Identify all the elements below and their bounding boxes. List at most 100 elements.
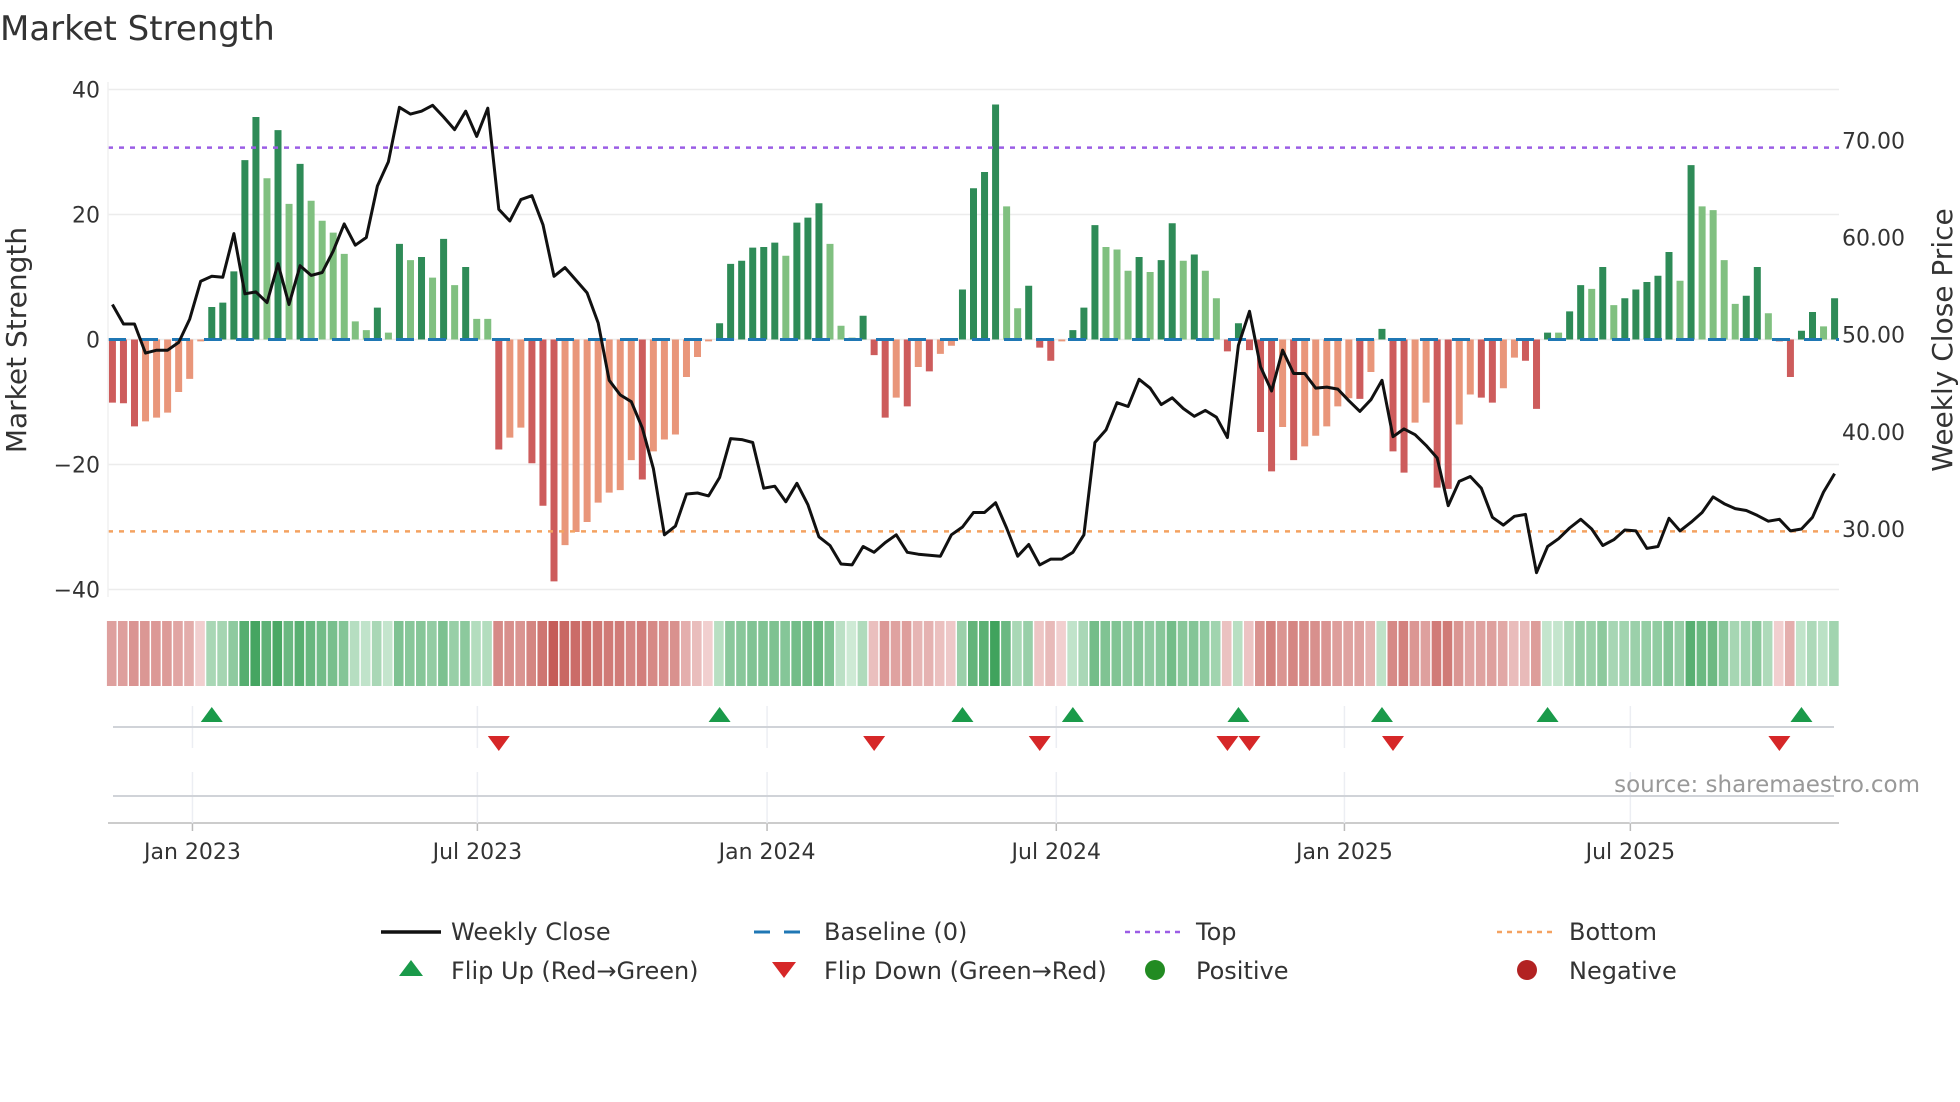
strength-bar <box>1356 339 1364 399</box>
strength-bar <box>1687 165 1695 340</box>
strength-bar <box>992 104 1000 340</box>
strength-bar <box>870 339 878 356</box>
triangle-up-icon <box>399 960 423 976</box>
strength-bar <box>1621 298 1629 340</box>
strength-bar <box>1831 298 1839 340</box>
strip-cell <box>1376 621 1387 686</box>
strip-cell <box>1740 621 1751 686</box>
strip-cell <box>636 621 647 686</box>
strip-cell <box>1221 621 1232 686</box>
strip-cell <box>1762 621 1773 686</box>
strength-bar <box>1323 339 1331 427</box>
strength-bar <box>307 200 315 340</box>
strip-cell <box>1652 621 1663 686</box>
strip-cell <box>272 621 283 686</box>
y-tick-label-left: 40 <box>72 79 100 104</box>
strip-cell <box>1288 621 1298 686</box>
strip-cell <box>1188 621 1199 686</box>
strip-cell <box>780 621 790 686</box>
strength-bar <box>660 339 668 440</box>
strength-bar <box>1102 247 1110 340</box>
strip-cell <box>349 621 360 686</box>
strength-heat-strip <box>106 621 1839 686</box>
strip-cell <box>736 621 746 686</box>
strip-cell <box>945 621 956 686</box>
strip-cell <box>515 621 525 686</box>
strip-cell <box>1608 621 1618 686</box>
strength-bar <box>1223 339 1231 352</box>
strength-bar <box>903 339 911 407</box>
strength-bar <box>793 222 801 340</box>
x-tick-label: Jan 2024 <box>717 840 816 865</box>
strength-bar <box>561 339 569 546</box>
strength-bar <box>738 260 746 340</box>
y-tick-label-right: 70.00 <box>1842 129 1905 154</box>
strip-cell <box>570 621 581 686</box>
strip-cell <box>1266 621 1276 686</box>
strength-bar <box>1179 260 1187 340</box>
strength-bar <box>274 130 282 340</box>
strength-bar <box>1599 267 1607 340</box>
strip-cell <box>934 621 945 686</box>
strength-bar <box>1477 339 1485 398</box>
strength-bar <box>517 339 525 428</box>
strength-bar <box>1643 282 1651 340</box>
strength-bar <box>671 339 679 435</box>
strength-bar <box>727 263 735 340</box>
flip-up-marker <box>200 707 223 722</box>
flip-down-marker <box>487 736 510 751</box>
strip-cell <box>1597 621 1607 686</box>
strip-cell <box>195 621 205 686</box>
strength-bar <box>1190 254 1198 340</box>
strength-bar <box>462 267 470 340</box>
strength-bar <box>1378 328 1386 340</box>
strength-bar <box>760 247 768 340</box>
y-tick-label-left: −20 <box>54 454 100 479</box>
strength-bar <box>473 318 481 340</box>
strength-bar <box>1091 225 1099 340</box>
strength-bar <box>881 339 889 418</box>
strength-bar <box>1510 339 1518 358</box>
legend-item: Baseline (0) <box>754 918 967 946</box>
strip-cell <box>1078 621 1088 686</box>
strength-bar <box>981 172 989 340</box>
flip-up-marker <box>1370 707 1393 722</box>
y-tick-label-right: 60.00 <box>1842 226 1905 251</box>
strength-bar <box>1245 339 1253 351</box>
strip-cell <box>305 621 316 686</box>
strip-cell <box>868 621 879 686</box>
strength-bar <box>539 339 547 506</box>
strength-bar <box>1400 339 1408 473</box>
strip-cell <box>1696 621 1707 686</box>
strip-cell <box>625 621 636 686</box>
strip-cell <box>680 621 691 686</box>
strength-bar <box>119 339 127 404</box>
legend-label: Top <box>1195 918 1237 946</box>
strip-cell <box>1829 621 1839 686</box>
strip-cell <box>471 621 481 686</box>
strength-bar <box>1047 339 1055 361</box>
legend: Weekly Close Baseline (0) Top Bottom Flip Up… <box>381 918 1677 985</box>
strip-cell <box>923 621 934 686</box>
strip-cell <box>1497 621 1508 686</box>
strength-bar <box>550 339 558 582</box>
strength-bar <box>506 339 514 438</box>
flip-up-marker <box>1790 707 1813 722</box>
strip-cell <box>725 621 735 686</box>
y-tick-label-right: 30.00 <box>1842 518 1905 543</box>
strength-bar <box>914 339 922 367</box>
strength-bar <box>1212 298 1220 340</box>
strip-cell <box>294 621 305 686</box>
strip-cell <box>968 621 978 686</box>
source-credit: source: sharemaestro.com <box>1614 772 1920 798</box>
strength-bar <box>1820 326 1828 340</box>
strength-bar <box>1610 305 1618 340</box>
strength-bar <box>1146 272 1154 340</box>
strip-cell <box>1365 621 1376 686</box>
strip-cell <box>151 621 161 686</box>
strength-bar <box>1003 206 1011 340</box>
strip-cell <box>1045 621 1055 686</box>
strip-cell <box>128 621 139 686</box>
strength-bar <box>1466 339 1474 395</box>
strip-cell <box>283 621 294 686</box>
